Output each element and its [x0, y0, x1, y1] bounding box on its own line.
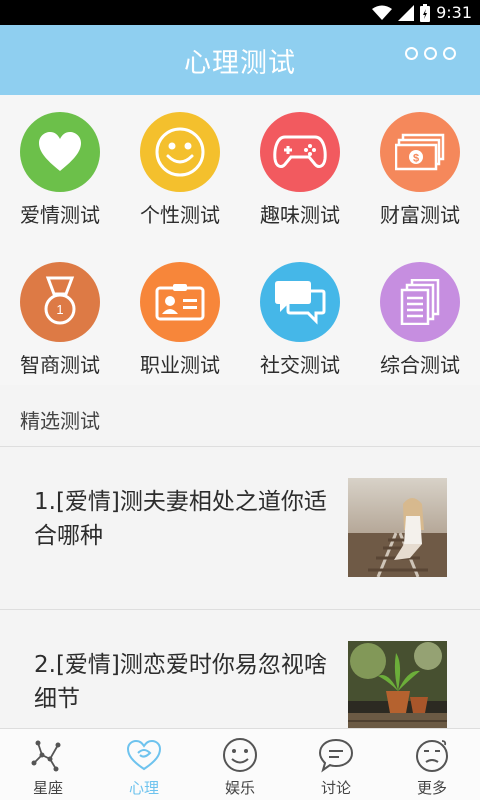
svg-text:1: 1 — [56, 302, 63, 317]
more-dots-icon[interactable] — [405, 47, 456, 60]
category-label: 财富测试 — [380, 203, 460, 227]
tab-entertainment[interactable]: 娱乐 — [192, 729, 288, 800]
category-grid: 爱情测试 个性测试 趣味测试 $ 财富测试 1 智商测试 职业测试 社交测试 综… — [0, 95, 480, 385]
smile-face-icon — [223, 738, 257, 772]
svg-text:$: $ — [413, 153, 419, 165]
article-thumbnail — [348, 641, 447, 740]
heart-icon — [20, 112, 100, 192]
more-face-icon — [416, 740, 448, 772]
app-header: 心理测试 — [0, 25, 480, 95]
chat-bubble-icon — [318, 738, 354, 773]
category-label: 综合测试 — [380, 353, 460, 377]
category-label: 职业测试 — [140, 353, 220, 377]
battery-icon — [420, 3, 431, 22]
category-general[interactable]: 综合测试 — [360, 245, 480, 377]
section-title: 精选测试 — [20, 409, 100, 433]
tab-label: 更多 — [416, 779, 447, 797]
signal-icon — [398, 4, 415, 21]
status-bar: 9:31 — [0, 0, 480, 25]
category-social[interactable]: 社交测试 — [240, 245, 360, 377]
money-icon: $ — [380, 112, 460, 192]
article-thumbnail — [348, 478, 447, 577]
gamepad-icon — [260, 112, 340, 192]
tab-psychology[interactable]: 心理 — [96, 729, 192, 800]
category-career[interactable]: 职业测试 — [120, 245, 240, 377]
article-title: 1.[爱情]测夫妻相处之道你适合哪种 — [34, 489, 327, 549]
heart-swirl-icon — [126, 739, 162, 771]
category-wealth[interactable]: $ 财富测试 — [360, 95, 480, 227]
documents-icon — [380, 262, 460, 342]
tab-discussion[interactable]: 讨论 — [288, 729, 384, 800]
medal-icon: 1 — [20, 262, 100, 342]
category-love[interactable]: 爱情测试 — [0, 95, 120, 227]
tab-label: 娱乐 — [224, 779, 255, 797]
id-card-icon — [140, 262, 220, 342]
tab-label: 心理 — [128, 779, 159, 797]
tab-label: 讨论 — [320, 779, 351, 797]
category-label: 趣味测试 — [260, 203, 340, 227]
category-label: 个性测试 — [140, 203, 220, 227]
article-item[interactable]: 1.[爱情]测夫妻相处之道你适合哪种 — [0, 447, 480, 607]
article-title: 2.[爱情]测恋爱时你易忽视啥细节 — [34, 652, 327, 712]
chat-icon — [260, 262, 340, 342]
tab-more[interactable]: 更多 — [384, 729, 480, 800]
bottom-tab-bar: 星座 心理 娱乐 讨论 更多 — [0, 728, 480, 800]
constellation-icon — [31, 740, 61, 772]
category-label: 社交测试 — [260, 353, 340, 377]
category-label: 智商测试 — [20, 353, 100, 377]
smiley-icon — [140, 112, 220, 192]
page-title: 心理测试 — [184, 47, 296, 79]
wifi-icon — [372, 5, 393, 20]
tab-label: 星座 — [32, 779, 63, 797]
category-fun[interactable]: 趣味测试 — [240, 95, 360, 227]
category-personality[interactable]: 个性测试 — [120, 95, 240, 227]
tab-constellation[interactable]: 星座 — [0, 729, 96, 800]
status-time: 9:31 — [436, 3, 472, 22]
category-label: 爱情测试 — [20, 203, 100, 227]
category-iq[interactable]: 1 智商测试 — [0, 245, 120, 377]
